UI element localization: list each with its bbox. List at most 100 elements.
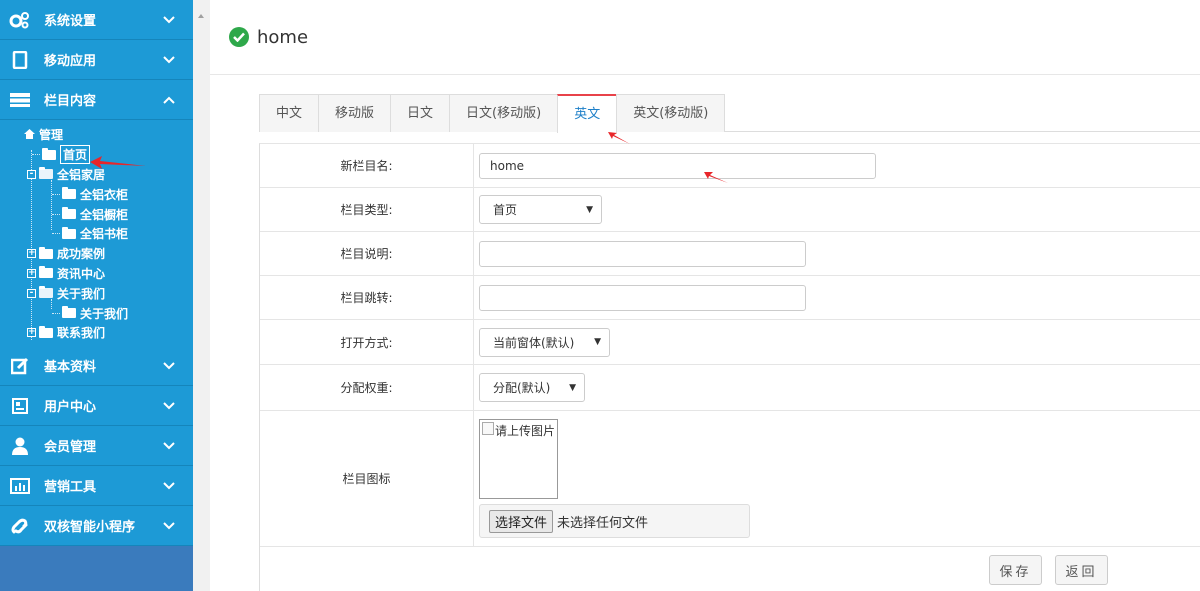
folder-icon: [62, 226, 76, 239]
tablet-icon: [9, 50, 31, 70]
type-select[interactable]: 首页 ▼: [479, 195, 602, 224]
desc-input[interactable]: [479, 240, 806, 267]
open-select[interactable]: 当前窗体(默认) ▼: [479, 327, 610, 357]
menu-user-center[interactable]: 用户中心: [0, 386, 193, 426]
tree-label: 全铝家居: [57, 167, 106, 182]
folder-icon: [39, 266, 53, 279]
scroll-up-icon[interactable]: [198, 14, 204, 18]
tree-item-about-sub[interactable]: 关于我们: [0, 303, 193, 323]
chevron-down-icon: [162, 481, 176, 490]
select-value: 分配(默认): [493, 381, 551, 395]
choose-file-button[interactable]: 选择文件: [489, 509, 554, 533]
chevron-down-icon: [162, 361, 176, 370]
form-row-type: 栏目类型: 首页 ▼: [260, 188, 1200, 232]
tree-item-cases[interactable]: + 成功案例: [0, 244, 193, 264]
form-row-weight: 分配权重: 分配(默认) ▼: [260, 365, 1200, 411]
jump-label: 栏目跳转:: [260, 276, 474, 319]
back-button[interactable]: 返回: [1055, 555, 1108, 585]
tree-item-contact[interactable]: + 联系我们: [0, 323, 193, 343]
page-title: home: [257, 26, 309, 48]
select-value: 首页: [493, 203, 518, 217]
folder-icon: [42, 147, 56, 160]
tab-japanese-mobile[interactable]: 日文(移动版): [449, 94, 559, 132]
folder-icon: [62, 207, 76, 220]
type-label: 栏目类型:: [260, 188, 474, 231]
tree-label: 成功案例: [57, 247, 106, 262]
mini-program-icon: [9, 516, 31, 536]
tab-mobile[interactable]: 移动版: [318, 94, 392, 132]
tree-item-about[interactable]: - 关于我们: [0, 283, 193, 303]
chevron-down-icon: [162, 55, 176, 64]
icon-label: 栏目图标: [260, 411, 474, 546]
collapse-icon[interactable]: -: [27, 288, 36, 298]
tree-label: 联系我们: [57, 326, 106, 341]
jump-input[interactable]: [479, 284, 806, 311]
bar-chart-icon: [9, 476, 31, 496]
tree-item-bookcase[interactable]: 全铝书柜: [0, 224, 193, 244]
weight-label: 分配权重:: [260, 365, 474, 410]
chevron-down-icon: [162, 401, 176, 410]
tree-item-news[interactable]: + 资讯中心: [0, 264, 193, 284]
folder-icon: [62, 187, 76, 200]
menu-marketing-tools[interactable]: 营销工具: [0, 466, 193, 506]
server-icon: [9, 90, 31, 110]
user-icon: [9, 436, 31, 456]
menu-mobile-apps[interactable]: 移动应用: [0, 40, 193, 80]
tree-item-home[interactable]: 首页: [0, 145, 193, 165]
file-upload: 选择文件 未选择任何文件: [479, 504, 750, 538]
form-row-desc: 栏目说明:: [260, 232, 1200, 276]
tree-label: 全铝衣柜: [80, 187, 129, 202]
name-label: 新栏目名:: [260, 144, 474, 187]
caret-down-icon: ▼: [594, 337, 601, 347]
menu-label: 基本资料: [44, 360, 97, 375]
menu-member-management[interactable]: 会员管理: [0, 426, 193, 466]
chevron-up-icon: [162, 96, 176, 104]
tab-english[interactable]: 英文: [557, 94, 618, 133]
form-row-jump: 栏目跳转:: [260, 276, 1200, 320]
gears-icon: [9, 10, 31, 30]
check-circle-icon: [229, 27, 249, 47]
tree-item-cabinet[interactable]: 全铝橱柜: [0, 204, 193, 224]
broken-image-icon: [482, 422, 494, 435]
save-button[interactable]: 保存: [989, 555, 1042, 585]
file-status: 未选择任何文件: [557, 515, 649, 531]
menu-mini-program[interactable]: 双核智能小程序: [0, 506, 193, 546]
edit-icon: [9, 356, 31, 376]
tree-label: 管理: [39, 128, 64, 143]
form-row-name: 新栏目名:: [260, 144, 1200, 188]
tree-root[interactable]: 管理: [0, 125, 193, 145]
tree-label: 全铝橱柜: [80, 207, 129, 222]
tree-item-wardrobe[interactable]: 全铝衣柜: [0, 184, 193, 204]
menu-column-content[interactable]: 栏目内容: [0, 80, 193, 120]
column-form: 新栏目名: 栏目类型: 首页 ▼ 栏目说明: 栏目跳转: 打开方式: 当前窗体(默…: [259, 143, 1200, 591]
tab-english-mobile[interactable]: 英文(移动版): [616, 94, 726, 132]
folder-open-icon: [39, 286, 53, 299]
column-tree: 管理 首页 - 全铝家居 全铝衣柜 全铝橱柜 全铝书柜 + 成功案例 + 资讯中…: [0, 120, 193, 346]
tree-label: 关于我们: [57, 286, 106, 301]
expand-icon[interactable]: +: [27, 328, 36, 338]
tab-chinese[interactable]: 中文: [259, 94, 320, 132]
expand-icon[interactable]: +: [27, 268, 36, 278]
folder-icon: [62, 306, 76, 319]
select-value: 当前窗体(默认): [493, 335, 575, 350]
menu-system-settings[interactable]: 系统设置: [0, 0, 193, 40]
image-preview: 请上传图片: [479, 419, 558, 499]
folder-open-icon: [39, 167, 53, 180]
chevron-down-icon: [162, 15, 176, 24]
tree-label: 首页: [60, 145, 91, 165]
chevron-down-icon: [162, 521, 176, 530]
form-actions: 保存 返回: [260, 547, 1200, 591]
content: 中文 移动版 日文 日文(移动版) 英文 英文(移动版) 新栏目名: 栏目类型:…: [259, 94, 1200, 591]
menu-label: 双核智能小程序: [44, 520, 136, 535]
tab-japanese[interactable]: 日文: [390, 94, 451, 132]
weight-select[interactable]: 分配(默认) ▼: [479, 373, 585, 402]
folder-icon: [39, 246, 53, 259]
collapse-icon[interactable]: -: [27, 169, 36, 179]
expand-icon[interactable]: +: [27, 249, 36, 259]
name-input[interactable]: [479, 152, 876, 179]
tree-label: 资讯中心: [57, 266, 106, 281]
menu-basic-info[interactable]: 基本资料: [0, 346, 193, 386]
tree-item-aluminum-home[interactable]: - 全铝家居: [0, 165, 193, 185]
scrollbar[interactable]: [193, 0, 210, 591]
main-panel: home 中文 移动版 日文 日文(移动版) 英文 英文(移动版) 新栏目名: …: [210, 0, 1200, 591]
